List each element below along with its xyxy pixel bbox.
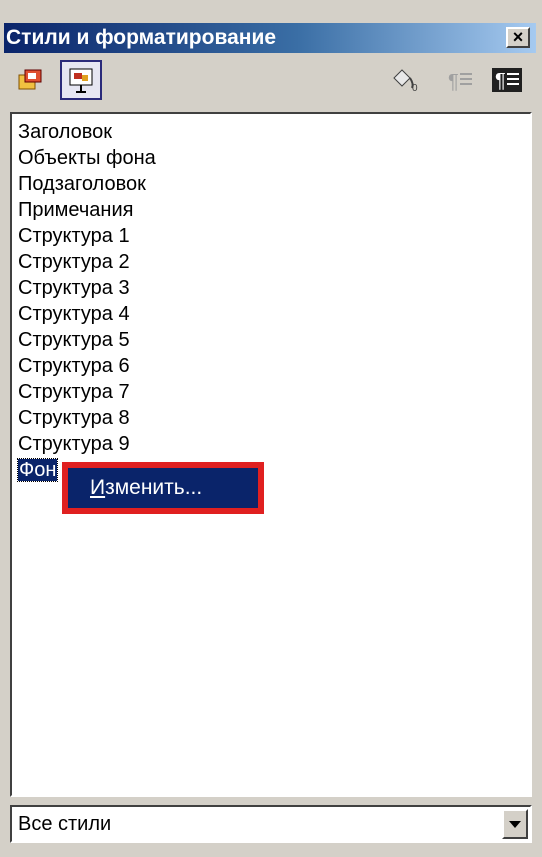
list-item-label: Примечания — [18, 199, 134, 221]
list-item[interactable]: Структура 4 — [18, 301, 530, 327]
list-item-label: Структура 5 — [18, 329, 130, 351]
list-item-label: Структура 8 — [18, 407, 130, 429]
context-menu-modify-item[interactable]: Изменить... — [68, 468, 258, 508]
modify-label: зменить... — [105, 476, 203, 499]
list-item-label: Структура 2 — [18, 251, 130, 273]
list-item-label: Структура 4 — [18, 303, 130, 325]
list-item-label: Структура 1 — [18, 225, 130, 247]
fill-format-mode-icon: 0 — [393, 69, 418, 94]
svg-text:¶: ¶ — [495, 70, 506, 92]
list-item[interactable]: Структура 6 — [18, 353, 530, 379]
svg-text:¶: ¶ — [448, 71, 459, 93]
styles-formatting-panel: Стили и форматирование × 0 ¶ ¶ Заголовок… — [0, 0, 542, 857]
dropdown-button[interactable] — [502, 809, 528, 839]
update-style-icon: ¶ — [492, 68, 522, 92]
new-style-from-selection-icon: ¶ — [448, 71, 472, 93]
chevron-down-icon — [509, 821, 521, 828]
list-item-label: Заголовок — [18, 121, 113, 143]
list-item[interactable]: Структура 7 — [18, 379, 530, 405]
list-item-label: Фон — [16, 458, 59, 482]
presentation-styles-icon — [69, 68, 93, 93]
list-item[interactable]: Заголовок — [18, 119, 530, 145]
new-style-from-selection-button[interactable]: ¶ — [440, 60, 482, 100]
panel-title: Стили и форматирование — [6, 26, 277, 49]
close-icon: × — [512, 27, 524, 47]
modify-accelerator: И — [90, 476, 106, 499]
list-item[interactable]: Структура 2 — [18, 249, 530, 275]
list-item-label: Структура 6 — [18, 355, 130, 377]
list-item-label: Структура 9 — [18, 433, 130, 455]
styles-list-items: Заголовок Объекты фона Подзаголовок Примеча… — [16, 119, 530, 483]
list-item[interactable]: Подзаголовок — [18, 171, 530, 197]
graphics-styles-button[interactable] — [10, 60, 52, 100]
context-menu-highlight: Изменить... — [62, 462, 264, 514]
close-button[interactable]: × — [506, 27, 530, 48]
list-item-label: Структура 3 — [18, 277, 130, 299]
update-style-button[interactable]: ¶ — [486, 60, 528, 100]
fill-format-mode-button[interactable]: 0 — [384, 60, 426, 100]
list-item[interactable]: Структура 1 — [18, 223, 530, 249]
styles-toolbar: 0 ¶ ¶ — [4, 56, 536, 106]
style-filter-value: Все стили — [18, 813, 112, 835]
list-item[interactable]: Объекты фона — [18, 145, 530, 171]
graphics-styles-icon — [18, 69, 42, 90]
panel-titlebar[interactable]: Стили и форматирование × — [4, 23, 536, 53]
list-item[interactable]: Структура 3 — [18, 275, 530, 301]
list-item-label: Подзаголовок — [18, 173, 146, 195]
style-filter-select[interactable]: Все стили — [10, 805, 532, 843]
list-item-label: Структура 7 — [18, 381, 130, 403]
svg-text:0: 0 — [412, 83, 418, 94]
presentation-styles-button[interactable] — [60, 60, 102, 100]
list-item[interactable]: Структура 8 — [18, 405, 530, 431]
list-item[interactable]: Структура 5 — [18, 327, 530, 353]
list-item[interactable]: Примечания — [18, 197, 530, 223]
list-item[interactable]: Структура 9 — [18, 431, 530, 457]
styles-list[interactable]: Заголовок Объекты фона Подзаголовок Примеча… — [10, 112, 532, 797]
list-item-label: Объекты фона — [18, 147, 156, 169]
